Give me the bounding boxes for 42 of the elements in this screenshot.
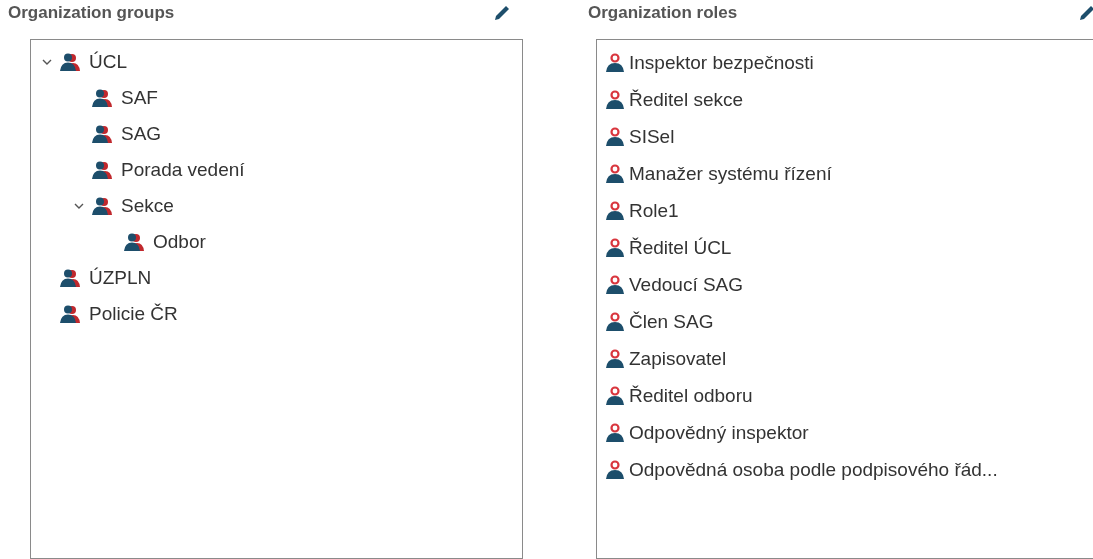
group-icon <box>59 304 83 324</box>
person-icon <box>604 89 626 110</box>
person-icon <box>604 163 626 184</box>
person-icon <box>604 311 626 332</box>
role-item[interactable]: Zapisovatel <box>629 347 727 370</box>
role-item[interactable]: Ředitel sekce <box>629 88 744 111</box>
group-icon <box>91 196 115 216</box>
role-item[interactable]: Inspektor bezpečnosti <box>629 51 814 74</box>
group-icon <box>91 124 115 144</box>
tree-item[interactable]: Policie ČR <box>89 303 178 325</box>
person-icon <box>604 385 626 406</box>
tree-item[interactable]: ÚCL <box>89 51 127 73</box>
person-icon <box>604 348 626 369</box>
tree-item[interactable]: Porada vedení <box>121 159 245 181</box>
tree-item[interactable]: ÚZPLN <box>89 267 152 289</box>
role-item[interactable]: Role1 <box>629 199 679 222</box>
tree-item[interactable]: Odbor <box>153 231 206 253</box>
role-item[interactable]: Ředitel ÚCL <box>629 236 732 259</box>
person-icon <box>604 274 626 295</box>
role-item[interactable]: Manažer systému řízení <box>629 162 832 185</box>
person-icon <box>604 459 626 480</box>
group-icon <box>91 160 115 180</box>
role-item[interactable]: SISel <box>629 125 675 148</box>
group-icon <box>59 52 83 72</box>
role-item[interactable]: Člen SAG <box>629 310 714 333</box>
person-icon <box>604 200 626 221</box>
person-icon <box>604 52 626 73</box>
group-icon <box>59 268 83 288</box>
panel-title: Organization groups <box>8 2 175 23</box>
role-item[interactable]: Vedoucí SAG <box>629 273 744 296</box>
person-icon <box>604 126 626 147</box>
group-icon <box>91 88 115 108</box>
person-icon <box>604 422 626 443</box>
tree-item[interactable]: Sekce <box>121 195 174 217</box>
person-icon <box>604 237 626 258</box>
panel-title: Organization roles <box>588 2 738 23</box>
tree-item[interactable]: SAG <box>121 123 162 145</box>
role-item[interactable]: Ředitel odboru <box>629 384 753 407</box>
role-item[interactable]: Odpovědná osoba podle podpisového řád... <box>629 458 998 481</box>
tree-item[interactable]: SAF <box>121 87 158 109</box>
group-icon <box>123 232 147 252</box>
role-item[interactable]: Odpovědný inspektor <box>629 421 809 444</box>
